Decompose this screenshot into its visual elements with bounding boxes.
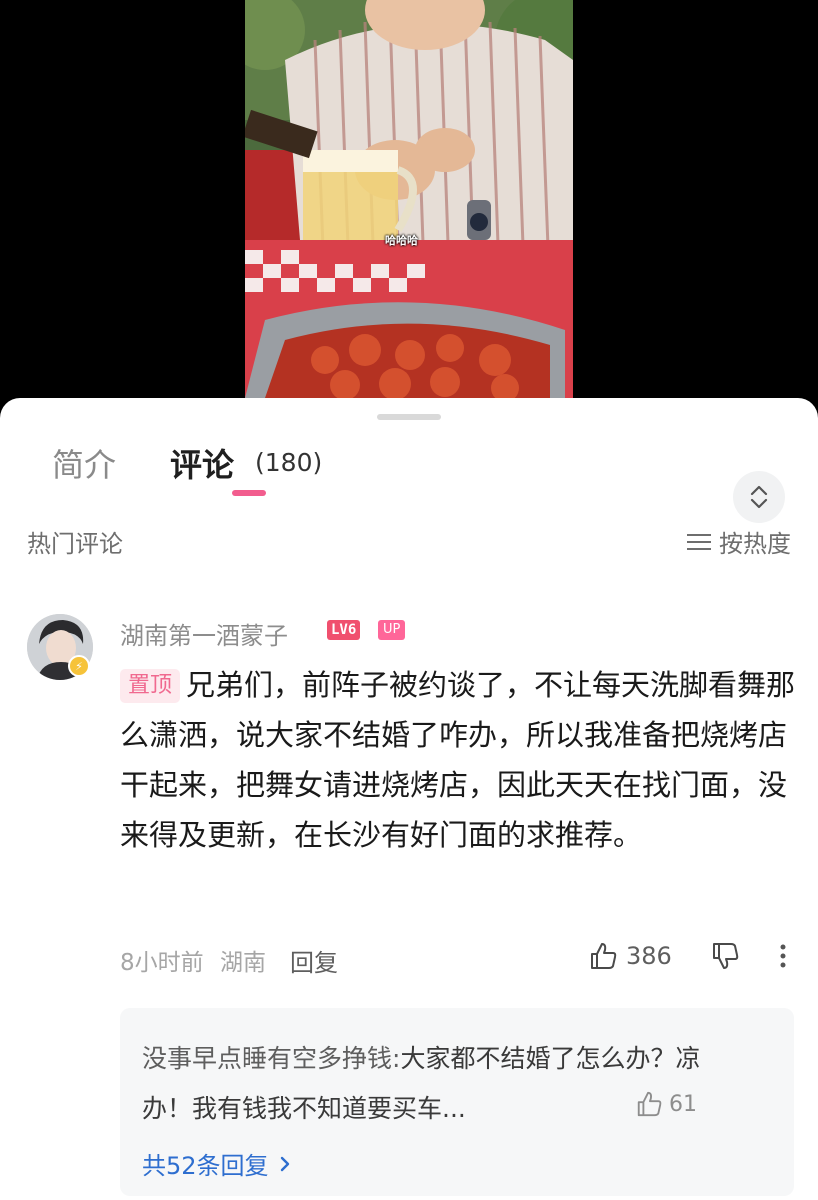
comment-count: (180) bbox=[255, 448, 323, 477]
video-player[interactable]: 哈哈哈 bbox=[0, 0, 818, 410]
more-vertical-icon bbox=[780, 944, 786, 968]
replies-total-label: 共52条回复 bbox=[142, 1152, 269, 1180]
comment-time: 8小时前 bbox=[120, 950, 204, 976]
sub-reply-like-count: 61 bbox=[669, 1091, 697, 1117]
tab-intro[interactable]: 简介 bbox=[52, 440, 116, 486]
expand-button[interactable] bbox=[733, 471, 785, 523]
thumbs-down-icon bbox=[713, 943, 739, 969]
comment-body[interactable]: 置顶 兄弟们，前阵子被约谈了，不让每天洗脚看舞那么潇洒，说大家不结婚了咋办，所以我… bbox=[120, 660, 800, 860]
up-badge: UP bbox=[378, 620, 406, 640]
like-count: 386 bbox=[626, 942, 672, 970]
video-subtitle: 哈哈哈 bbox=[385, 234, 418, 247]
dislike-button[interactable] bbox=[710, 941, 740, 975]
reply-button[interactable]: 回复 bbox=[290, 943, 338, 978]
sub-reply-like[interactable]: 61 bbox=[635, 1090, 697, 1118]
comment-username[interactable]: 湖南第一酒蒙子 bbox=[120, 616, 288, 651]
tab-bar: 简介 评论 (180) bbox=[0, 436, 818, 523]
hot-comments-label: 热门评论 bbox=[27, 530, 123, 558]
drag-handle[interactable] bbox=[377, 414, 441, 420]
thumbs-up-icon bbox=[591, 943, 617, 969]
tab-comments[interactable]: 评论 bbox=[170, 440, 234, 486]
video-frame[interactable]: 哈哈哈 bbox=[245, 0, 573, 398]
video-still-image bbox=[245, 0, 573, 398]
view-all-replies-link[interactable]: 共52条回复 bbox=[142, 1146, 291, 1181]
comment-location: 湖南 bbox=[220, 950, 266, 976]
menu-lines-icon bbox=[687, 533, 711, 551]
section-header: 热门评论 按热度 bbox=[0, 524, 818, 559]
chevron-right-icon bbox=[280, 1156, 289, 1171]
sort-label: 按热度 bbox=[719, 530, 791, 558]
sub-reply[interactable]: 没事早点睡有空多挣钱:大家都不结婚了怎么办？凉办！我有钱我不知道要买车... bbox=[142, 1034, 742, 1134]
pinned-tag: 置顶 bbox=[120, 669, 181, 703]
level-badge: LV6 bbox=[327, 620, 361, 640]
chevron-up-down-icon bbox=[750, 485, 768, 509]
active-tab-indicator bbox=[232, 490, 266, 496]
more-button[interactable] bbox=[778, 941, 788, 975]
verified-badge-icon: ⚡ bbox=[68, 655, 90, 677]
thumbs-up-icon bbox=[637, 1091, 662, 1117]
like-button[interactable]: 386 bbox=[588, 941, 672, 971]
sub-replies-box[interactable]: 没事早点睡有空多挣钱:大家都不结婚了怎么办？凉办！我有钱我不知道要买车... 6… bbox=[120, 1008, 794, 1196]
sub-reply-author[interactable]: 没事早点睡有空多挣钱: bbox=[142, 1044, 400, 1073]
comment-sheet: 简介 评论 (180) 热门评论 按热度 ⚡ 湖南第一酒蒙子 LV6 UP 置顶… bbox=[0, 398, 818, 1200]
sort-button[interactable]: 按热度 bbox=[687, 524, 791, 559]
comment-text: 兄弟们，前阵子被约谈了，不让每天洗脚看舞那么潇洒，说大家不结婚了咋办，所以我准备… bbox=[120, 668, 796, 852]
comment-meta: 8小时前 湖南 回复 386 bbox=[120, 941, 810, 978]
